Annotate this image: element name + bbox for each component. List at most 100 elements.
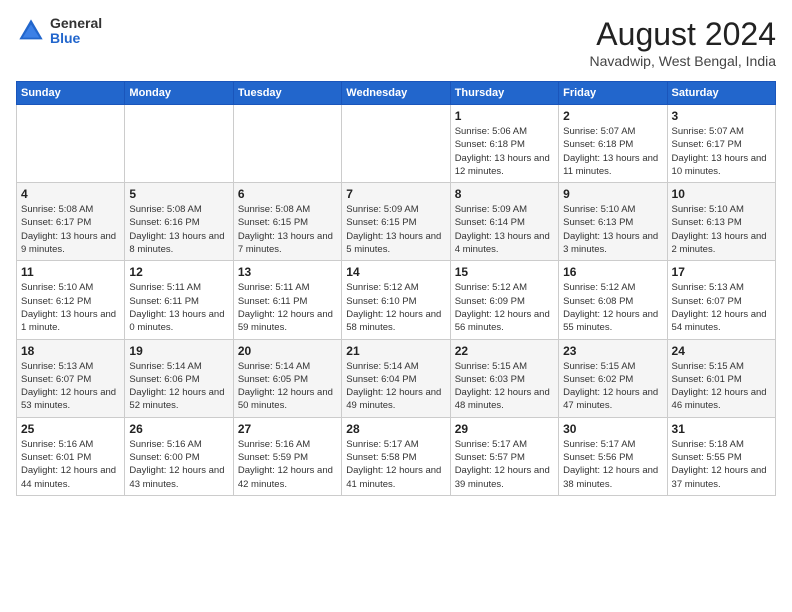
day-info: Sunrise: 5:17 AMSunset: 5:58 PMDaylight:… <box>346 438 445 491</box>
calendar-cell <box>233 105 341 183</box>
day-info: Sunrise: 5:14 AMSunset: 6:06 PMDaylight:… <box>129 360 228 413</box>
calendar-cell: 3 Sunrise: 5:07 AMSunset: 6:17 PMDaylight… <box>667 105 775 183</box>
day-info: Sunrise: 5:09 AMSunset: 6:15 PMDaylight:… <box>346 203 445 256</box>
calendar-cell: 13 Sunrise: 5:11 AMSunset: 6:11 PMDayligh… <box>233 261 341 339</box>
calendar-cell: 19Sunrise: 5:14 AMSunset: 6:06 PMDayligh… <box>125 339 233 417</box>
day-info: Sunrise: 5:10 AMSunset: 6:12 PMDaylight:… <box>21 281 120 334</box>
day-number: 22 <box>455 344 554 358</box>
day-number: 24 <box>672 344 771 358</box>
calendar-cell: 21 Sunrise: 5:14 AMSunset: 6:04 PMDayligh… <box>342 339 450 417</box>
calendar-cell: 12Sunrise: 5:11 AMSunset: 6:11 PMDayligh… <box>125 261 233 339</box>
day-number: 15 <box>455 265 554 279</box>
day-info: Sunrise: 5:08 AMSunset: 6:16 PMDaylight:… <box>129 203 228 256</box>
day-number: 20 <box>238 344 337 358</box>
calendar-cell: 18Sunrise: 5:13 AMSunset: 6:07 PMDayligh… <box>17 339 125 417</box>
day-info: Sunrise: 5:14 AMSunset: 6:05 PMDaylight:… <box>238 360 337 413</box>
day-number: 30 <box>563 422 662 436</box>
calendar-cell <box>125 105 233 183</box>
weekday-header-friday: Friday <box>559 82 667 105</box>
day-info: Sunrise: 5:11 AMSunset: 6:11 PMDaylight:… <box>238 281 337 334</box>
day-info: Sunrise: 5:06 AMSunset: 6:18 PMDaylight:… <box>455 125 554 178</box>
day-info: Sunrise: 5:07 AMSunset: 6:17 PMDaylight:… <box>672 125 771 178</box>
day-number: 6 <box>238 187 337 201</box>
calendar-cell: 29 Sunrise: 5:17 AMSunset: 5:57 PMDayligh… <box>450 417 558 495</box>
calendar-cell: 11Sunrise: 5:10 AMSunset: 6:12 PMDayligh… <box>17 261 125 339</box>
calendar-cell: 31 Sunrise: 5:18 AMSunset: 5:55 PMDayligh… <box>667 417 775 495</box>
day-info: Sunrise: 5:16 AMSunset: 6:01 PMDaylight:… <box>21 438 120 491</box>
day-number: 12 <box>129 265 228 279</box>
logo-blue-text: Blue <box>50 31 102 46</box>
day-number: 9 <box>563 187 662 201</box>
day-number: 28 <box>346 422 445 436</box>
day-number: 27 <box>238 422 337 436</box>
day-info: Sunrise: 5:13 AMSunset: 6:07 PMDaylight:… <box>21 360 120 413</box>
calendar-cell: 16Sunrise: 5:12 AMSunset: 6:08 PMDayligh… <box>559 261 667 339</box>
weekday-header-tuesday: Tuesday <box>233 82 341 105</box>
day-number: 17 <box>672 265 771 279</box>
weekday-header-sunday: Sunday <box>17 82 125 105</box>
day-number: 3 <box>672 109 771 123</box>
day-number: 4 <box>21 187 120 201</box>
calendar-week-2: 4Sunrise: 5:08 AMSunset: 6:17 PMDaylight… <box>17 183 776 261</box>
day-info: Sunrise: 5:17 AMSunset: 5:57 PMDaylight:… <box>455 438 554 491</box>
calendar-cell: 6Sunrise: 5:08 AMSunset: 6:15 PMDaylight… <box>233 183 341 261</box>
weekday-header-wednesday: Wednesday <box>342 82 450 105</box>
day-number: 25 <box>21 422 120 436</box>
weekday-header-thursday: Thursday <box>450 82 558 105</box>
day-number: 1 <box>455 109 554 123</box>
calendar-cell: 27 Sunrise: 5:16 AMSunset: 5:59 PMDayligh… <box>233 417 341 495</box>
day-info: Sunrise: 5:12 AMSunset: 6:10 PMDaylight:… <box>346 281 445 334</box>
logo-text: General Blue <box>50 16 102 47</box>
day-info: Sunrise: 5:13 AMSunset: 6:07 PMDaylight:… <box>672 281 771 334</box>
day-info: Sunrise: 5:09 AMSunset: 6:14 PMDaylight:… <box>455 203 554 256</box>
day-number: 14 <box>346 265 445 279</box>
day-number: 29 <box>455 422 554 436</box>
calendar-cell <box>17 105 125 183</box>
day-number: 13 <box>238 265 337 279</box>
day-info: Sunrise: 5:16 AMSunset: 5:59 PMDaylight:… <box>238 438 337 491</box>
day-info: Sunrise: 5:14 AMSunset: 6:04 PMDaylight:… <box>346 360 445 413</box>
location-text: Navadwip, West Bengal, India <box>589 53 776 69</box>
day-number: 5 <box>129 187 228 201</box>
logo: General Blue <box>16 16 102 47</box>
calendar-cell: 2 Sunrise: 5:07 AMSunset: 6:18 PMDaylight… <box>559 105 667 183</box>
day-info: Sunrise: 5:12 AMSunset: 6:09 PMDaylight:… <box>455 281 554 334</box>
calendar-cell: 4Sunrise: 5:08 AMSunset: 6:17 PMDaylight… <box>17 183 125 261</box>
calendar-cell: 22 Sunrise: 5:15 AMSunset: 6:03 PMDayligh… <box>450 339 558 417</box>
day-number: 10 <box>672 187 771 201</box>
logo-general-text: General <box>50 16 102 31</box>
calendar-cell: 14 Sunrise: 5:12 AMSunset: 6:10 PMDayligh… <box>342 261 450 339</box>
day-info: Sunrise: 5:16 AMSunset: 6:00 PMDaylight:… <box>129 438 228 491</box>
calendar-cell: 26Sunrise: 5:16 AMSunset: 6:00 PMDayligh… <box>125 417 233 495</box>
page-header: General Blue August 2024 Navadwip, West … <box>16 16 776 69</box>
day-info: Sunrise: 5:18 AMSunset: 5:55 PMDaylight:… <box>672 438 771 491</box>
calendar-cell: 5 Sunrise: 5:08 AMSunset: 6:16 PMDaylight… <box>125 183 233 261</box>
month-year-title: August 2024 <box>589 16 776 53</box>
calendar-cell <box>342 105 450 183</box>
day-info: Sunrise: 5:15 AMSunset: 6:03 PMDaylight:… <box>455 360 554 413</box>
day-info: Sunrise: 5:15 AMSunset: 6:01 PMDaylight:… <box>672 360 771 413</box>
day-number: 7 <box>346 187 445 201</box>
title-block: August 2024 Navadwip, West Bengal, India <box>589 16 776 69</box>
calendar-cell: 17 Sunrise: 5:13 AMSunset: 6:07 PMDayligh… <box>667 261 775 339</box>
calendar-week-3: 11Sunrise: 5:10 AMSunset: 6:12 PMDayligh… <box>17 261 776 339</box>
weekday-header-monday: Monday <box>125 82 233 105</box>
calendar-cell: 30 Sunrise: 5:17 AMSunset: 5:56 PMDayligh… <box>559 417 667 495</box>
day-number: 21 <box>346 344 445 358</box>
calendar-cell: 20 Sunrise: 5:14 AMSunset: 6:05 PMDayligh… <box>233 339 341 417</box>
calendar-cell: 28 Sunrise: 5:17 AMSunset: 5:58 PMDayligh… <box>342 417 450 495</box>
weekday-header-saturday: Saturday <box>667 82 775 105</box>
day-info: Sunrise: 5:15 AMSunset: 6:02 PMDaylight:… <box>563 360 662 413</box>
day-number: 16 <box>563 265 662 279</box>
day-info: Sunrise: 5:17 AMSunset: 5:56 PMDaylight:… <box>563 438 662 491</box>
day-number: 31 <box>672 422 771 436</box>
calendar-cell: 24 Sunrise: 5:15 AMSunset: 6:01 PMDayligh… <box>667 339 775 417</box>
calendar-cell: 7 Sunrise: 5:09 AMSunset: 6:15 PMDaylight… <box>342 183 450 261</box>
calendar-week-5: 25 Sunrise: 5:16 AMSunset: 6:01 PMDayligh… <box>17 417 776 495</box>
calendar-cell: 25 Sunrise: 5:16 AMSunset: 6:01 PMDayligh… <box>17 417 125 495</box>
day-info: Sunrise: 5:07 AMSunset: 6:18 PMDaylight:… <box>563 125 662 178</box>
day-number: 2 <box>563 109 662 123</box>
logo-icon <box>16 16 46 46</box>
calendar-table: SundayMondayTuesdayWednesdayThursdayFrid… <box>16 81 776 496</box>
day-number: 23 <box>563 344 662 358</box>
